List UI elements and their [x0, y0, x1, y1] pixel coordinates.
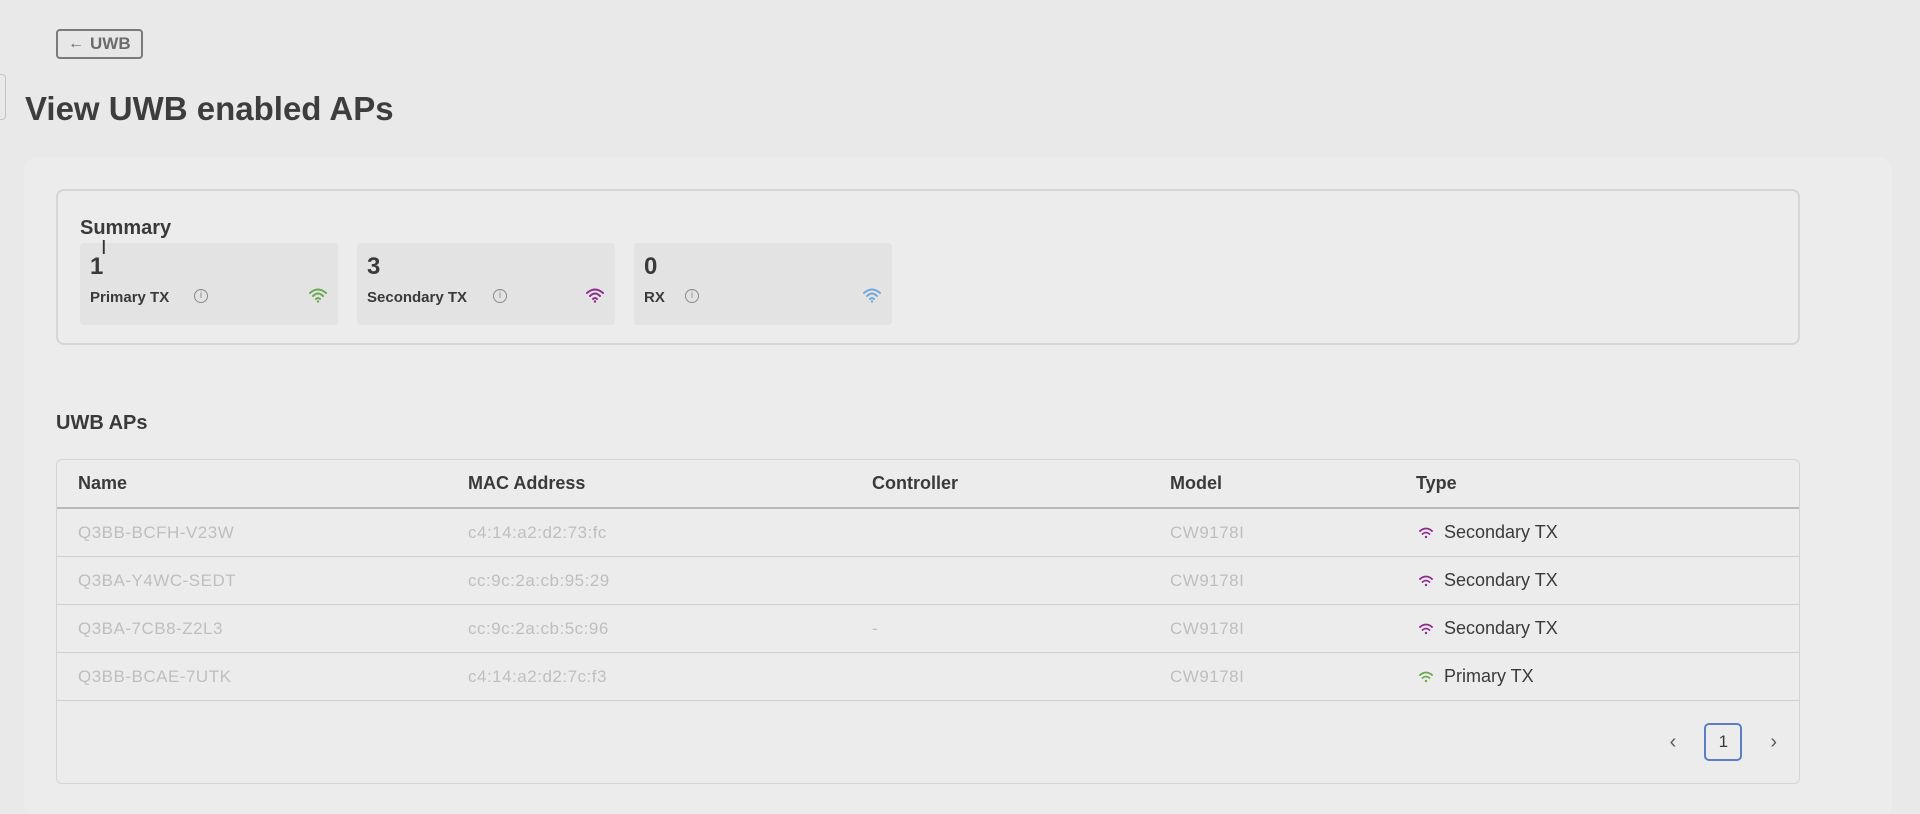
column-header-model[interactable]: Model [1170, 460, 1416, 509]
ap-type: Secondary TX [1444, 570, 1558, 590]
column-header-name[interactable]: Name [57, 460, 468, 509]
ap-name[interactable]: Q3BA-7CB8-Z2L3 [78, 619, 223, 639]
wifi-icon [1419, 527, 1433, 539]
table-header-row: Name MAC Address Controller Model Type [57, 460, 1799, 509]
stat-count: 0 [644, 253, 658, 280]
mac-address: cc:9c:2a:cb:95:29 [468, 571, 610, 590]
table-row[interactable]: Q3BA-Y4WC-SEDT cc:9c:2a:cb:95:29 CW9178I… [57, 556, 1799, 605]
column-header-mac[interactable]: MAC Address [468, 460, 872, 509]
page-number-button[interactable]: 1 [1704, 723, 1743, 761]
stat-label: RX [644, 289, 665, 306]
stat-count: 3 [367, 253, 381, 280]
side-panel-tab[interactable] [0, 74, 6, 120]
wifi-icon [1419, 671, 1433, 683]
ap-type: Primary TX [1444, 666, 1534, 686]
ap-name[interactable]: Q3BB-BCAE-7UTK [78, 667, 231, 687]
stat-rx: 0 RX i [634, 243, 892, 325]
wifi-icon [309, 288, 327, 303]
back-button-label: UWB [90, 34, 131, 53]
summary-title: Summary [80, 217, 172, 239]
table: Name MAC Address Controller Model Type Q… [57, 460, 1799, 701]
mac-address: c4:14:a2:d2:7c:f3 [468, 667, 607, 686]
wifi-icon [586, 288, 604, 303]
summary-panel: Summary 1 Primary TX i 3 Secondary TX i [56, 189, 1800, 345]
page-title: View UWB enabled APs [25, 90, 394, 127]
ap-type: Secondary TX [1444, 522, 1558, 542]
ap-type: Secondary TX [1444, 618, 1558, 638]
controller: - [872, 619, 879, 638]
column-header-controller[interactable]: Controller [872, 460, 1170, 509]
wifi-icon [863, 288, 881, 303]
table-row[interactable]: Q3BA-7CB8-Z2L3 cc:9c:2a:cb:5c:96 - CW917… [57, 604, 1799, 653]
back-button[interactable]: ← UWB [56, 29, 143, 59]
page: ← UWB View UWB enabled APs Summary 1 Pri… [0, 0, 1920, 814]
info-icon[interactable]: i [194, 289, 208, 303]
info-icon[interactable]: i [493, 289, 507, 303]
chevron-left-icon[interactable]: ‹ [1670, 731, 1677, 754]
table-row[interactable]: Q3BB-BCFH-V23W c4:14:a2:d2:73:fc CW9178I… [57, 508, 1799, 557]
model: CW9178I [1170, 619, 1245, 638]
stat-label: Secondary TX [367, 289, 468, 306]
chevron-right-icon[interactable]: › [1770, 731, 1777, 754]
stat-label: Primary TX [90, 289, 170, 306]
model: CW9178I [1170, 523, 1245, 542]
mac-address: cc:9c:2a:cb:5c:96 [468, 619, 609, 638]
wifi-icon [1419, 575, 1433, 587]
stat-secondary-tx: 3 Secondary TX i [357, 243, 615, 325]
ap-name[interactable]: Q3BB-BCFH-V23W [78, 523, 234, 543]
mac-address: c4:14:a2:d2:73:fc [468, 523, 607, 542]
ap-name[interactable]: Q3BA-Y4WC-SEDT [78, 571, 236, 591]
table-row[interactable]: Q3BB-BCAE-7UTK c4:14:a2:d2:7c:f3 CW9178I… [57, 652, 1799, 701]
text-cursor-icon: I [101, 237, 107, 259]
model: CW9178I [1170, 667, 1245, 686]
model: CW9178I [1170, 571, 1245, 590]
pagination: ‹ 1 › [1670, 723, 1777, 761]
section-title: UWB APs [56, 412, 148, 434]
arrow-left-icon: ← [68, 35, 84, 52]
uwb-aps-table: Name MAC Address Controller Model Type Q… [56, 459, 1800, 784]
stat-primary-tx: 1 Primary TX i [80, 243, 338, 325]
info-icon[interactable]: i [685, 289, 699, 303]
column-header-type[interactable]: Type [1416, 460, 1799, 509]
wifi-icon [1419, 623, 1433, 635]
